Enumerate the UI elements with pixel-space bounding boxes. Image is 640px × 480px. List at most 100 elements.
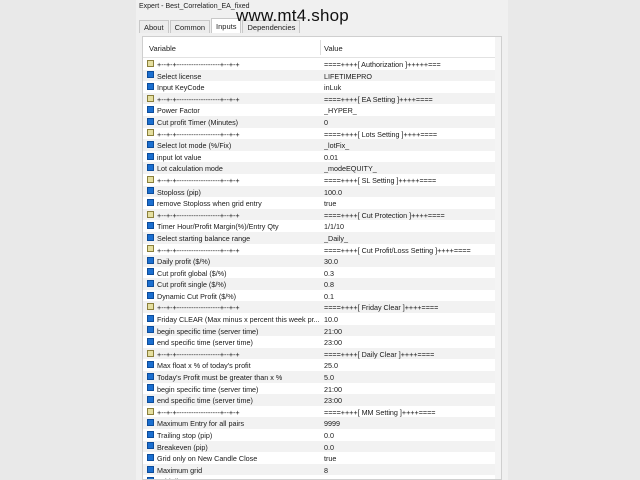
table-row[interactable]: Input KeyCode inLuk: [143, 81, 501, 93]
variable-value[interactable]: ====++++[ EA Setting ]++++====: [324, 95, 499, 104]
variable-value[interactable]: 8: [324, 466, 499, 475]
variable-value[interactable]: 1/1/10: [324, 222, 499, 231]
variable-value[interactable]: 10.0: [324, 315, 499, 324]
variable-value[interactable]: ====++++[ Cut Profit/Loss Setting ]++++=…: [324, 246, 499, 255]
separator-icon: [147, 245, 154, 253]
tab-common[interactable]: Common: [169, 20, 211, 33]
table-row[interactable]: begin specific time (server time) 21:00: [143, 383, 501, 395]
table-row[interactable]: begin specific time (server time) 21:00: [143, 324, 501, 337]
variable-value[interactable]: 0.3: [324, 269, 499, 278]
variable-value[interactable]: 23:00: [324, 338, 499, 347]
variable-value[interactable]: true: [324, 454, 499, 463]
variable-value[interactable]: ====++++[ Lots Setting ]++++====: [324, 130, 499, 139]
table-row-separator[interactable]: +--+-+------------------+--+-+ ====++++[ …: [143, 92, 501, 105]
variable-value[interactable]: 9999: [324, 419, 499, 428]
variable-value[interactable]: ====++++[ SL Setting ]+++++====: [324, 176, 499, 185]
table-row[interactable]: Cut profit single ($/%) 0.8: [143, 278, 501, 290]
variable-value[interactable]: 5.0: [324, 373, 499, 382]
variable-value[interactable]: true: [324, 199, 499, 208]
variable-value[interactable]: 0: [324, 118, 499, 127]
table-row[interactable]: Daily profit ($/%) 30.0: [143, 255, 501, 267]
table-row[interactable]: Stoploss (pip) 100.0: [143, 185, 501, 198]
table-row-separator[interactable]: +--+-+------------------+--+-+ ====++++[ …: [143, 301, 501, 314]
variable-value[interactable]: inLuk: [324, 83, 499, 92]
input-parameter-icon: [147, 280, 154, 288]
table-row[interactable]: Cut profit global ($/%) 0.3: [143, 267, 501, 279]
table-row[interactable]: Power Factor _HYPER_: [143, 104, 501, 116]
variable-value[interactable]: _HYPER_: [324, 106, 499, 115]
table-row[interactable]: Breakeven (pip) 0.0: [143, 440, 501, 453]
variable-value[interactable]: _Daily_: [324, 234, 499, 243]
variable-value[interactable]: ====++++[ MM Setting ]++++====: [324, 408, 499, 417]
variable-name: begin specific time (server time): [157, 326, 259, 336]
variable-value[interactable]: 0.0: [324, 431, 499, 440]
input-parameter-icon: [147, 268, 154, 276]
table-row-separator[interactable]: +--+-+------------------+--+-+ ====++++[ …: [143, 208, 501, 221]
variable-value[interactable]: 21:00: [324, 327, 499, 336]
table-row[interactable]: Select license LIFETIMEPRO: [143, 69, 501, 82]
variable-value[interactable]: 0.0: [324, 443, 499, 452]
table-row-separator[interactable]: +--+-+------------------+--+-+ ====++++[ …: [143, 58, 501, 70]
variable-value[interactable]: 21:00: [324, 385, 499, 394]
table-row[interactable]: Select starting balance range _Daily_: [143, 231, 501, 244]
table-row-separator[interactable]: +--+-+------------------+--+-+ ====++++[ …: [143, 406, 501, 418]
variable-value[interactable]: _modeEQUITY_: [324, 164, 499, 173]
separator-icon: [147, 349, 154, 357]
input-parameter-icon: [147, 291, 154, 299]
variable-value[interactable]: _lotFix_: [324, 141, 499, 150]
input-parameter-icon: [147, 396, 154, 404]
table-row-separator[interactable]: +--+-+------------------+--+-+ ====++++[ …: [143, 347, 501, 360]
table-row-separator[interactable]: +--+-+------------------+--+-+ ====++++[ …: [143, 244, 501, 256]
variable-name: Select license: [157, 71, 202, 81]
table-row[interactable]: Trailing stop (pip) 0.0: [143, 429, 501, 441]
variable-name: end specific time (server time): [157, 338, 253, 348]
table-row[interactable]: end specific time (server time) 23:00: [143, 336, 501, 348]
table-row[interactable]: end specific time (server time) 23:00: [143, 394, 501, 406]
variable-value[interactable]: 0.8: [324, 280, 499, 289]
column-divider[interactable]: [320, 40, 321, 55]
variable-value[interactable]: 30.0: [324, 257, 499, 266]
table-row[interactable]: Maximum Entry for all pairs 9999: [143, 417, 501, 429]
table-row[interactable]: Maximum grid 8: [143, 463, 501, 476]
variable-value[interactable]: ====++++[ Friday Clear ]++++====: [324, 303, 499, 312]
variable-value[interactable]: ====++++[ Cut Protection ]++++====: [324, 211, 499, 220]
variable-name: Input KeyCode: [157, 83, 205, 93]
table-row[interactable]: Grid only on New Candle Close true: [143, 452, 501, 464]
variable-name: Power Factor: [157, 106, 200, 116]
table-row[interactable]: input lot value 0.01: [143, 151, 501, 163]
table-row[interactable]: Max float x % of today's profit 25.0: [143, 359, 501, 371]
variable-value[interactable]: 23:00: [324, 396, 499, 405]
column-header-value[interactable]: Value: [324, 44, 343, 53]
variable-value[interactable]: 0.1: [324, 292, 499, 301]
table-row[interactable]: Friday CLEAR (Max minus x percent this w…: [143, 313, 501, 325]
table-body: +--+-+------------------+--+-+ ====++++[ …: [143, 58, 501, 479]
table-row-separator[interactable]: +--+-+------------------+--+-+ ====++++[ …: [143, 174, 501, 186]
input-parameter-icon: [147, 222, 154, 230]
variable-value[interactable]: 0.01: [324, 153, 499, 162]
table-row-separator[interactable]: +--+-+------------------+--+-+ ====++++[ …: [143, 128, 501, 140]
table-row[interactable]: Lot calculation mode _modeEQUITY_: [143, 162, 501, 174]
variable-value[interactable]: ====++++[ Daily Clear ]++++====: [324, 350, 499, 359]
table-row[interactable]: Today's Profit must be greater than x % 5…: [143, 371, 501, 383]
separator-icon: [147, 210, 154, 218]
variable-name: Cut profit global ($/%): [157, 268, 227, 278]
variable-value[interactable]: 100.0: [324, 188, 499, 197]
variable-name: +--+-+------------------+--+-+: [157, 349, 240, 359]
watermark-text: www.mt4.shop: [236, 6, 349, 25]
separator-icon: [147, 94, 154, 102]
table-row[interactable]: Timer Hour/Profit Margin(%)/Entry Qty 1/1…: [143, 220, 501, 232]
variable-value[interactable]: ====++++[ Authorization ]+++++===: [324, 60, 499, 69]
table-row[interactable]: Grid distance35.0: [143, 475, 501, 479]
input-parameter-icon: [147, 384, 154, 392]
tab-about[interactable]: About: [139, 20, 169, 33]
table-row[interactable]: Select lot mode (%/Fix) _lotFix_: [143, 139, 501, 151]
vertical-scrollbar[interactable]: [495, 37, 501, 479]
variable-value[interactable]: LIFETIMEPRO: [324, 72, 499, 81]
input-parameter-icon: [147, 106, 154, 114]
table-row[interactable]: Dynamic Cut Profit ($/%) 0.1: [143, 290, 501, 302]
table-row[interactable]: Cut profit Timer (Minutes) 0: [143, 115, 501, 128]
input-parameter-icon: [147, 453, 154, 461]
table-row[interactable]: remove Stoploss when grid entry true: [143, 197, 501, 209]
variable-value[interactable]: 25.0: [324, 361, 499, 370]
column-header-variable[interactable]: Variable: [149, 44, 176, 53]
